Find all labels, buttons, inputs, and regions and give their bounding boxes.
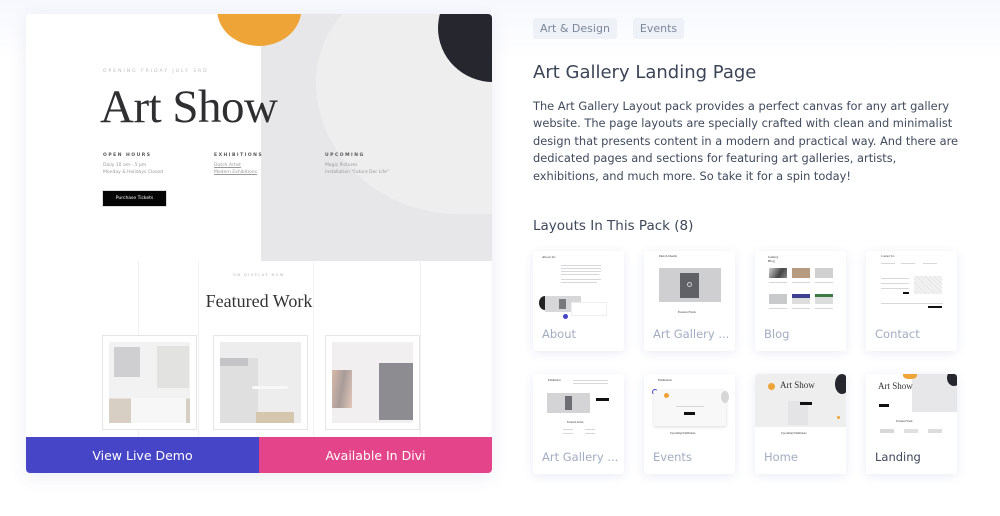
pack-description: The Art Gallery Layout pack provides a p…: [533, 99, 959, 183]
thumb-caption: Upcoming Exhibitions: [670, 432, 696, 435]
purchase-tickets-button: Purchase Tickets: [102, 190, 167, 207]
layout-label: Landing: [875, 450, 921, 464]
featured-artwork-2: [213, 335, 308, 430]
preview-actions: View Live Demo Available In Divi: [26, 437, 492, 473]
featured-artwork-1: [102, 335, 197, 430]
layout-grid: About Us About Dutch Death Featured Work…: [533, 251, 957, 474]
layout-label: Events: [653, 450, 692, 464]
layout-label: About: [542, 327, 577, 341]
hero-column-line: Daily 10 am - 5 pm: [103, 163, 147, 168]
layout-card-blog[interactable]: Gallery Blog Blog: [755, 251, 846, 351]
layout-card-landing[interactable]: Art Show Featured Work Landing: [866, 374, 957, 474]
preview-featured-section: ON DISPLAY NOW Featured Work: [26, 261, 492, 437]
hero-column-heading: UPCOMING: [325, 153, 365, 158]
grid-line: [198, 261, 199, 437]
layout-label: Home: [764, 450, 798, 464]
hero-column-line: Monday & Holidays Closed: [103, 170, 163, 175]
hero-column-link: Dutch Artist: [214, 163, 241, 168]
thumb-title: Contact Us: [881, 254, 895, 258]
featured-title: Featured Work: [205, 291, 313, 311]
thumb-title: About Us: [542, 255, 556, 259]
featured-kicker: ON DISPLAY NOW: [233, 273, 285, 277]
category-tags: Art & Design Events: [533, 18, 685, 39]
thumb-title: Exhibition: [548, 378, 561, 382]
thumb-caption: Featured Artists: [567, 421, 584, 424]
hero-column-open-hours: OPEN HOURS Daily 10 am - 5 pm Monday & H…: [103, 152, 163, 176]
view-live-demo-button[interactable]: View Live Demo: [26, 437, 259, 473]
thumb-caption: Featured Work: [678, 310, 696, 314]
thumb-title: Dutch Death: [659, 254, 677, 258]
layout-preview-card: OPENING FRIDAY JULY 3RD Art Show OPEN HO…: [26, 14, 492, 473]
layout-thumbnail: Exhibitions Upcoming Exhibitions: [644, 374, 735, 442]
tag-events[interactable]: Events: [632, 18, 685, 39]
available-in-divi-button[interactable]: Available In Divi: [259, 437, 492, 473]
featured-artwork-3: [325, 335, 420, 430]
hero-column-heading: EXHIBITIONS: [214, 153, 264, 158]
layout-card-home[interactable]: Art Show Upcoming Exhibitions Home: [755, 374, 846, 474]
layout-thumbnail: Gallery Blog: [755, 251, 846, 319]
paintings-image: [332, 342, 413, 423]
layout-thumbnail: Exhibition Featured Artists: [533, 374, 624, 442]
layout-card-art-gallery[interactable]: Dutch Death Featured Work Art Gallery ..…: [644, 251, 735, 351]
layout-card-about[interactable]: About Us About: [533, 251, 624, 351]
chair-image: [220, 342, 301, 423]
layout-label: Contact: [875, 327, 920, 341]
thumb-caption: Upcoming Exhibitions: [781, 432, 807, 435]
layouts-heading: Layouts In This Pack (8): [533, 218, 694, 234]
layout-thumbnail: Contact Us: [866, 251, 957, 319]
thumb-caption: Featured Work: [896, 420, 913, 423]
layout-thumbnail: About Us: [533, 251, 624, 319]
layout-label: Blog: [764, 327, 790, 341]
hero-column-line: Installation "Future Der Life": [325, 170, 389, 175]
thumb-title: Art Show: [878, 381, 913, 391]
layout-label: Art Gallery ...: [542, 450, 619, 464]
hero-title: Art Show: [100, 81, 278, 133]
thumb-title: Exhibitions: [658, 378, 672, 382]
grid-line: [420, 261, 421, 437]
layout-card-contact[interactable]: Contact Us Contact: [866, 251, 957, 351]
hero-column-exhibitions: EXHIBITIONS Dutch Artist Modern Exhibiti…: [214, 152, 263, 176]
preview-hero-section: OPENING FRIDAY JULY 3RD Art Show OPEN HO…: [26, 14, 492, 261]
hero-column-heading: OPEN HOURS: [103, 153, 152, 158]
layout-label: Art Gallery ...: [653, 327, 730, 341]
grid-line: [313, 261, 314, 437]
gallery-room-image: [109, 342, 190, 423]
layout-thumbnail: Art Show Upcoming Exhibitions: [755, 374, 846, 442]
page-title: Art Gallery Landing Page: [533, 62, 757, 83]
layout-card-events[interactable]: Exhibitions Upcoming Exhibitions Events: [644, 374, 735, 474]
layout-thumbnail: Dutch Death Featured Work: [644, 251, 735, 319]
hero-column-link: Modern Exhibitions: [214, 170, 257, 175]
tag-art-design[interactable]: Art & Design: [533, 18, 617, 39]
hero-column-line: Magic Pictures: [325, 163, 358, 168]
layout-preview-screenshot: OPENING FRIDAY JULY 3RD Art Show OPEN HO…: [26, 14, 492, 437]
hero-column-upcoming: UPCOMING Magic Pictures Installation "Fu…: [325, 152, 389, 176]
layout-card-art-gallery-2[interactable]: Exhibition Featured Artists Art Gallery …: [533, 374, 624, 474]
thumb-title: Gallery Blog: [768, 255, 779, 263]
layout-thumbnail: Art Show Featured Work: [866, 374, 957, 442]
hero-kicker: OPENING FRIDAY JULY 3RD: [103, 69, 209, 74]
thumb-title: Art Show: [780, 380, 815, 390]
